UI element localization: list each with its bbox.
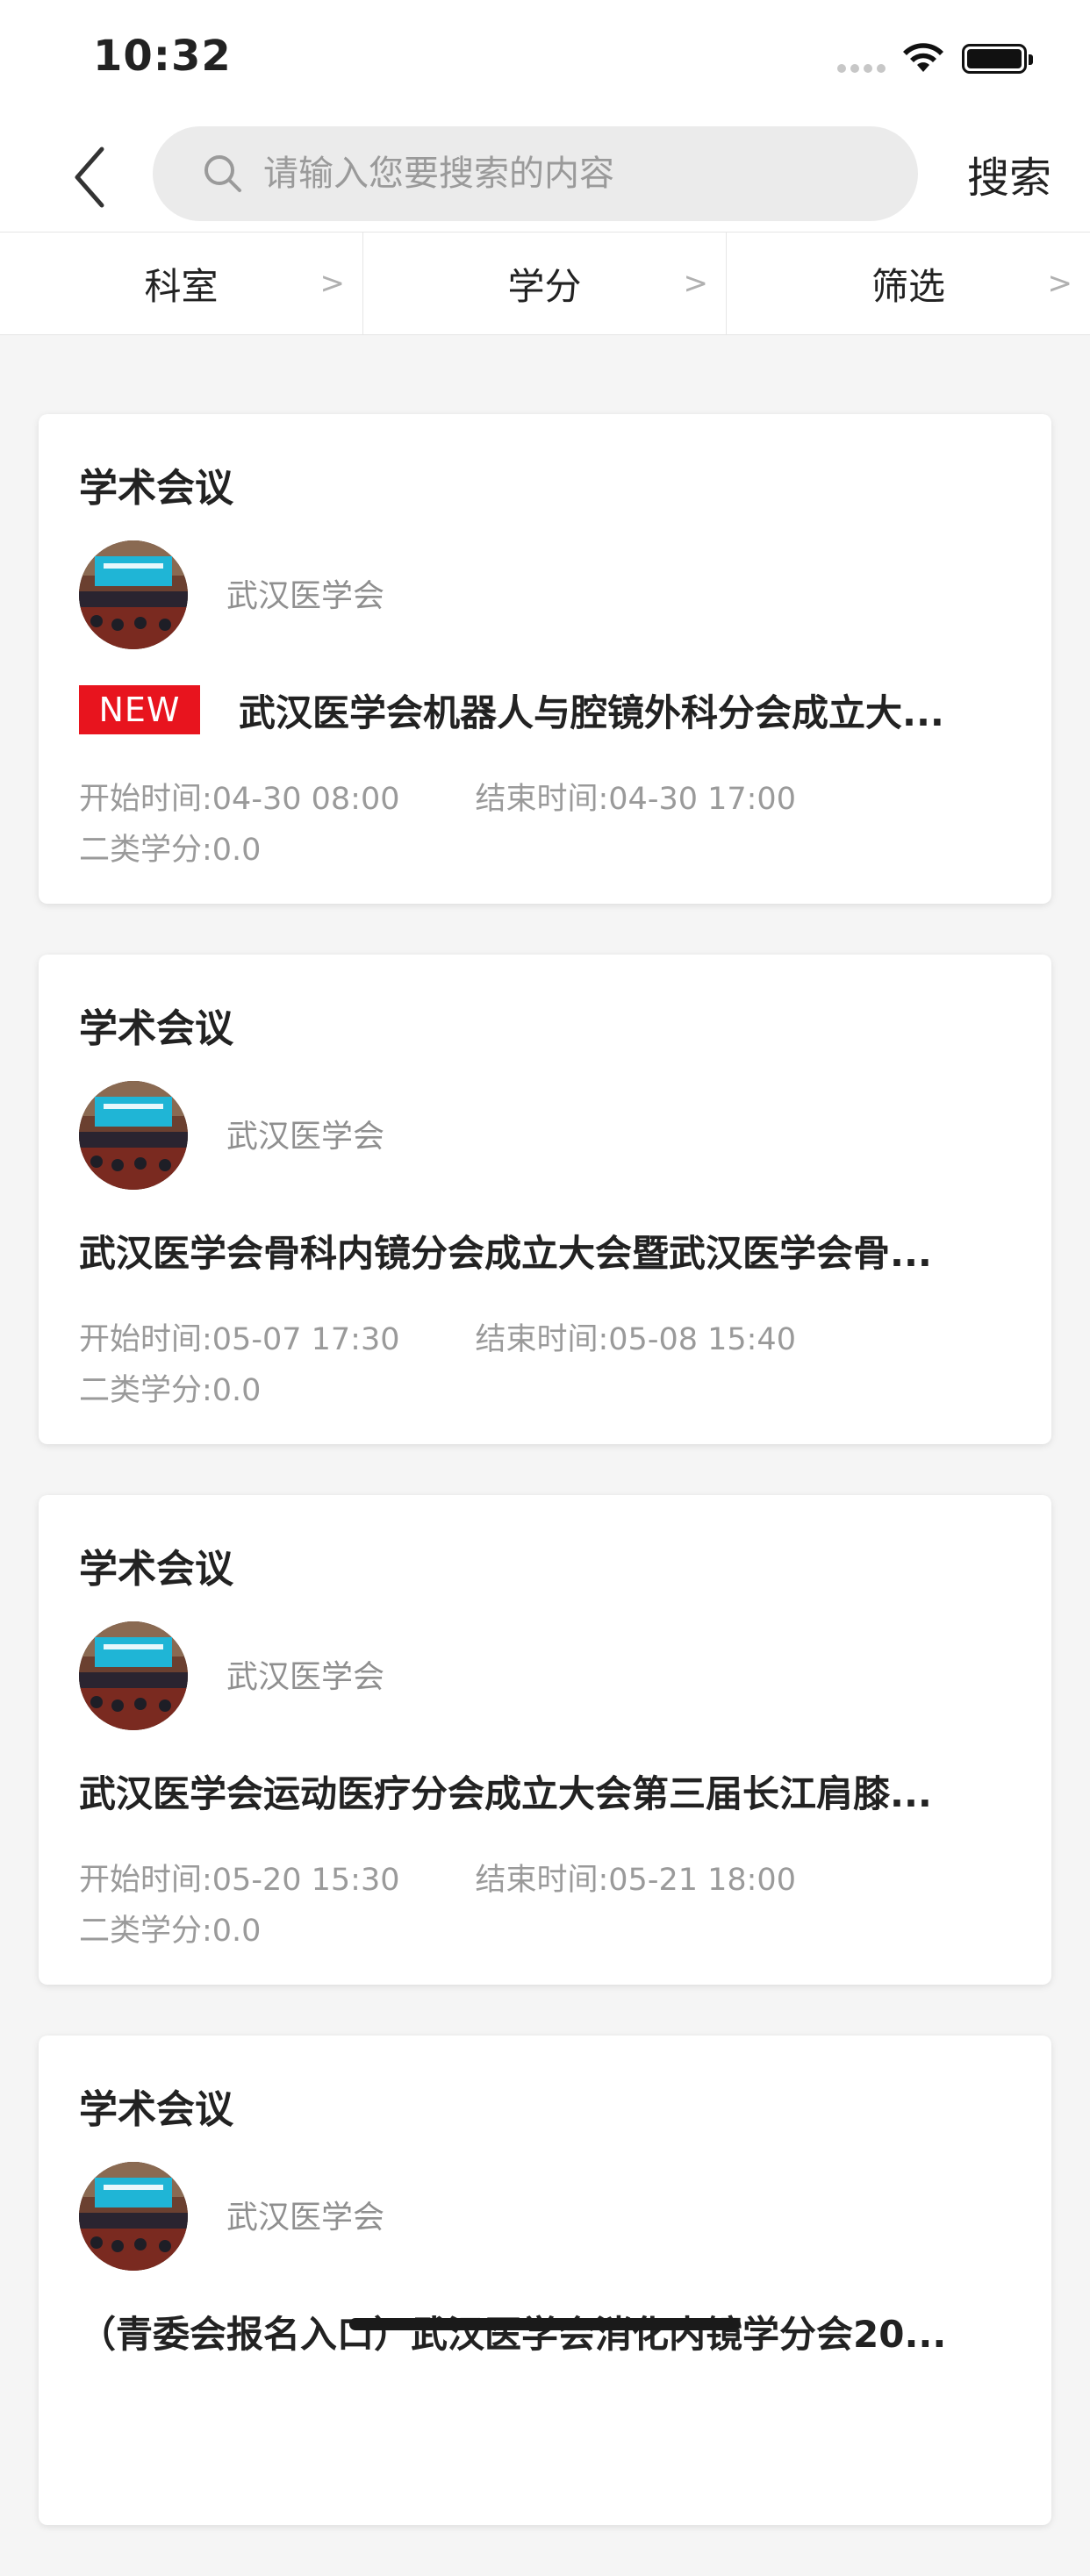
- conference-card[interactable]: 学术会议 武汉医学会 NEW 武汉医学会机器人与腔镜外科分会成立大... 开始时…: [39, 414, 1051, 904]
- card-time-row: [79, 2395, 154, 2430]
- card-title-row: （青委会报名入口）武汉医学会消化内镜学分会20...: [79, 2301, 1015, 2362]
- search-icon: [204, 155, 241, 192]
- filter-more[interactable]: 筛选 >: [727, 233, 1090, 334]
- start-time: 开始时间:05-20 15:30: [79, 1863, 400, 1898]
- credit-info: 二类学分:0.0: [79, 1914, 262, 1949]
- filter-department[interactable]: 科室 >: [0, 233, 363, 334]
- card-category: 学术会议: [79, 1006, 233, 1051]
- status-time: 10:32: [93, 32, 232, 81]
- filter-bar: 科室 > 学分 > 筛选 >: [0, 232, 1090, 335]
- search-input[interactable]: [263, 126, 895, 221]
- conference-card[interactable]: 学术会议 武汉医学会 武汉医学会骨科内镜分会成立大会暨武汉医学会骨... 开始时…: [39, 955, 1051, 1444]
- card-title: 武汉医学会运动医疗分会成立大会第三届长江肩膝...: [79, 1771, 932, 1815]
- home-indicator[interactable]: [349, 2318, 741, 2330]
- card-title: 武汉医学会机器人与腔镜外科分会成立大...: [239, 691, 944, 734]
- end-time: 结束时间:04-30 17:00: [475, 782, 796, 817]
- conference-photo-icon: [79, 1621, 188, 1730]
- card-category: 学术会议: [79, 2087, 233, 2132]
- organizer-avatar: [79, 2162, 188, 2271]
- new-badge: NEW: [79, 685, 200, 734]
- battery-icon: [962, 44, 1033, 74]
- card-title-row: 武汉医学会运动医疗分会成立大会第三届长江肩膝...: [79, 1760, 1015, 1821]
- chevron-right-icon: >: [683, 266, 709, 301]
- start-time: 开始时间:05-07 17:30: [79, 1322, 400, 1357]
- conference-photo-icon: [79, 540, 188, 649]
- filter-credit[interactable]: 学分 >: [363, 233, 727, 334]
- chevron-right-icon: >: [1047, 266, 1073, 301]
- cellular-signal-icon: [837, 63, 886, 74]
- back-button[interactable]: [63, 142, 116, 212]
- credit-info: 二类学分:0.0: [79, 833, 262, 868]
- conference-photo-icon: [79, 2162, 188, 2271]
- organizer-name: 武汉医学会: [226, 2200, 385, 2236]
- organizer-name: 武汉医学会: [226, 1659, 385, 1695]
- end-time: 结束时间:05-21 18:00: [475, 1863, 796, 1898]
- conference-photo-icon: [79, 1081, 188, 1190]
- card-title-row: NEW 武汉医学会机器人与腔镜外科分会成立大...: [79, 679, 1015, 741]
- card-time-row: 开始时间:05-20 15:30 结束时间:05-21 18:00: [79, 1855, 796, 1900]
- search-bar[interactable]: [153, 126, 918, 221]
- organizer-avatar: [79, 540, 188, 649]
- organizer-name: 武汉医学会: [226, 578, 385, 614]
- card-time-row: 开始时间:04-30 08:00 结束时间:04-30 17:00: [79, 774, 796, 819]
- search-header: 搜索: [0, 116, 1090, 232]
- card-title: 武汉医学会骨科内镜分会成立大会暨武汉医学会骨...: [79, 1231, 932, 1275]
- card-category: 学术会议: [79, 466, 233, 511]
- end-time: 结束时间:05-08 15:40: [475, 1322, 796, 1357]
- card-time-row: 开始时间:05-07 17:30 结束时间:05-08 15:40: [79, 1314, 796, 1359]
- organizer-avatar: [79, 1621, 188, 1730]
- filter-label: 学分: [507, 264, 582, 308]
- organizer-avatar: [79, 1081, 188, 1190]
- organizer-name: 武汉医学会: [226, 1119, 385, 1155]
- chevron-right-icon: >: [319, 266, 346, 301]
- filter-label: 科室: [144, 264, 219, 308]
- wifi-icon: [903, 43, 943, 72]
- card-category: 学术会议: [79, 1547, 233, 1592]
- conference-card[interactable]: 学术会议 武汉医学会 武汉医学会运动医疗分会成立大会第三届长江肩膝... 开始时…: [39, 1495, 1051, 1985]
- start-time: 开始时间:04-30 08:00: [79, 782, 400, 817]
- search-button[interactable]: 搜索: [939, 140, 1079, 207]
- status-bar: 10:32: [0, 0, 1090, 116]
- card-title-row: 武汉医学会骨科内镜分会成立大会暨武汉医学会骨...: [79, 1220, 1015, 1281]
- chevron-left-icon: [75, 147, 104, 208]
- conference-card[interactable]: 学术会议 武汉医学会 （青委会报名入口）武汉医学会消化内镜学分会20...: [39, 2036, 1051, 2525]
- filter-label: 筛选: [871, 264, 945, 308]
- card-title: （青委会报名入口）武汉医学会消化内镜学分会20...: [79, 2312, 947, 2356]
- conference-list: 学术会议 武汉医学会 NEW 武汉医学会机器人与腔镜外科分会成立大... 开始时…: [39, 414, 1051, 2576]
- credit-info: 二类学分:0.0: [79, 1373, 262, 1408]
